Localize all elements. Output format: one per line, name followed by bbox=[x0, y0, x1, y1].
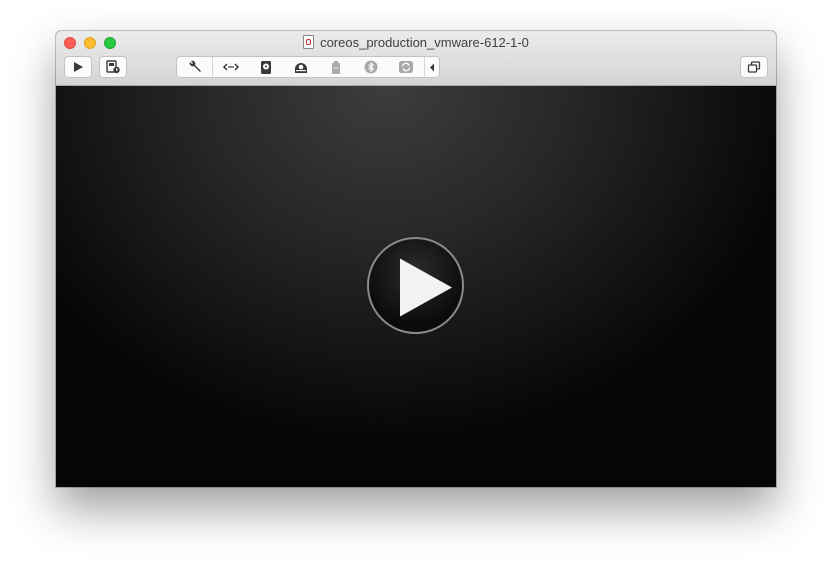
cd-dvd-button[interactable] bbox=[283, 57, 318, 77]
vm-display[interactable] bbox=[56, 86, 776, 487]
bluetooth-button[interactable] bbox=[354, 57, 389, 77]
cd-dvd-icon bbox=[294, 63, 307, 73]
usb-button[interactable] bbox=[319, 57, 354, 77]
window-title-text: coreos_production_vmware-612-1-0 bbox=[320, 35, 529, 50]
window-title: coreos_production_vmware-612-1-0 bbox=[56, 35, 776, 51]
snapshot-button[interactable] bbox=[99, 56, 127, 78]
restore-window-button[interactable] bbox=[740, 56, 768, 78]
sharing-icon bbox=[399, 61, 414, 73]
vm-window: coreos_production_vmware-612-1-0 bbox=[56, 31, 776, 487]
wrench-icon bbox=[189, 60, 201, 72]
hard-disk-icon bbox=[260, 60, 271, 74]
title-bar[interactable]: coreos_production_vmware-612-1-0 bbox=[56, 31, 776, 86]
bluetooth-icon bbox=[364, 60, 378, 74]
device-toolbar bbox=[176, 56, 440, 78]
network-icon bbox=[222, 63, 239, 71]
start-vm-button[interactable] bbox=[64, 56, 92, 78]
chevron-left-icon bbox=[429, 63, 434, 71]
settings-button[interactable] bbox=[177, 57, 214, 77]
document-icon bbox=[303, 35, 315, 49]
device-toolbar-collapse-button[interactable] bbox=[423, 57, 439, 77]
play-icon bbox=[400, 258, 452, 317]
restore-window-icon bbox=[747, 60, 761, 73]
power-on-button[interactable] bbox=[367, 237, 464, 334]
usb-icon bbox=[332, 60, 341, 74]
hard-disk-button[interactable] bbox=[248, 57, 283, 77]
play-icon bbox=[74, 62, 83, 72]
network-button[interactable] bbox=[213, 57, 248, 77]
snapshot-icon bbox=[106, 60, 120, 74]
sharing-button[interactable] bbox=[389, 57, 424, 77]
